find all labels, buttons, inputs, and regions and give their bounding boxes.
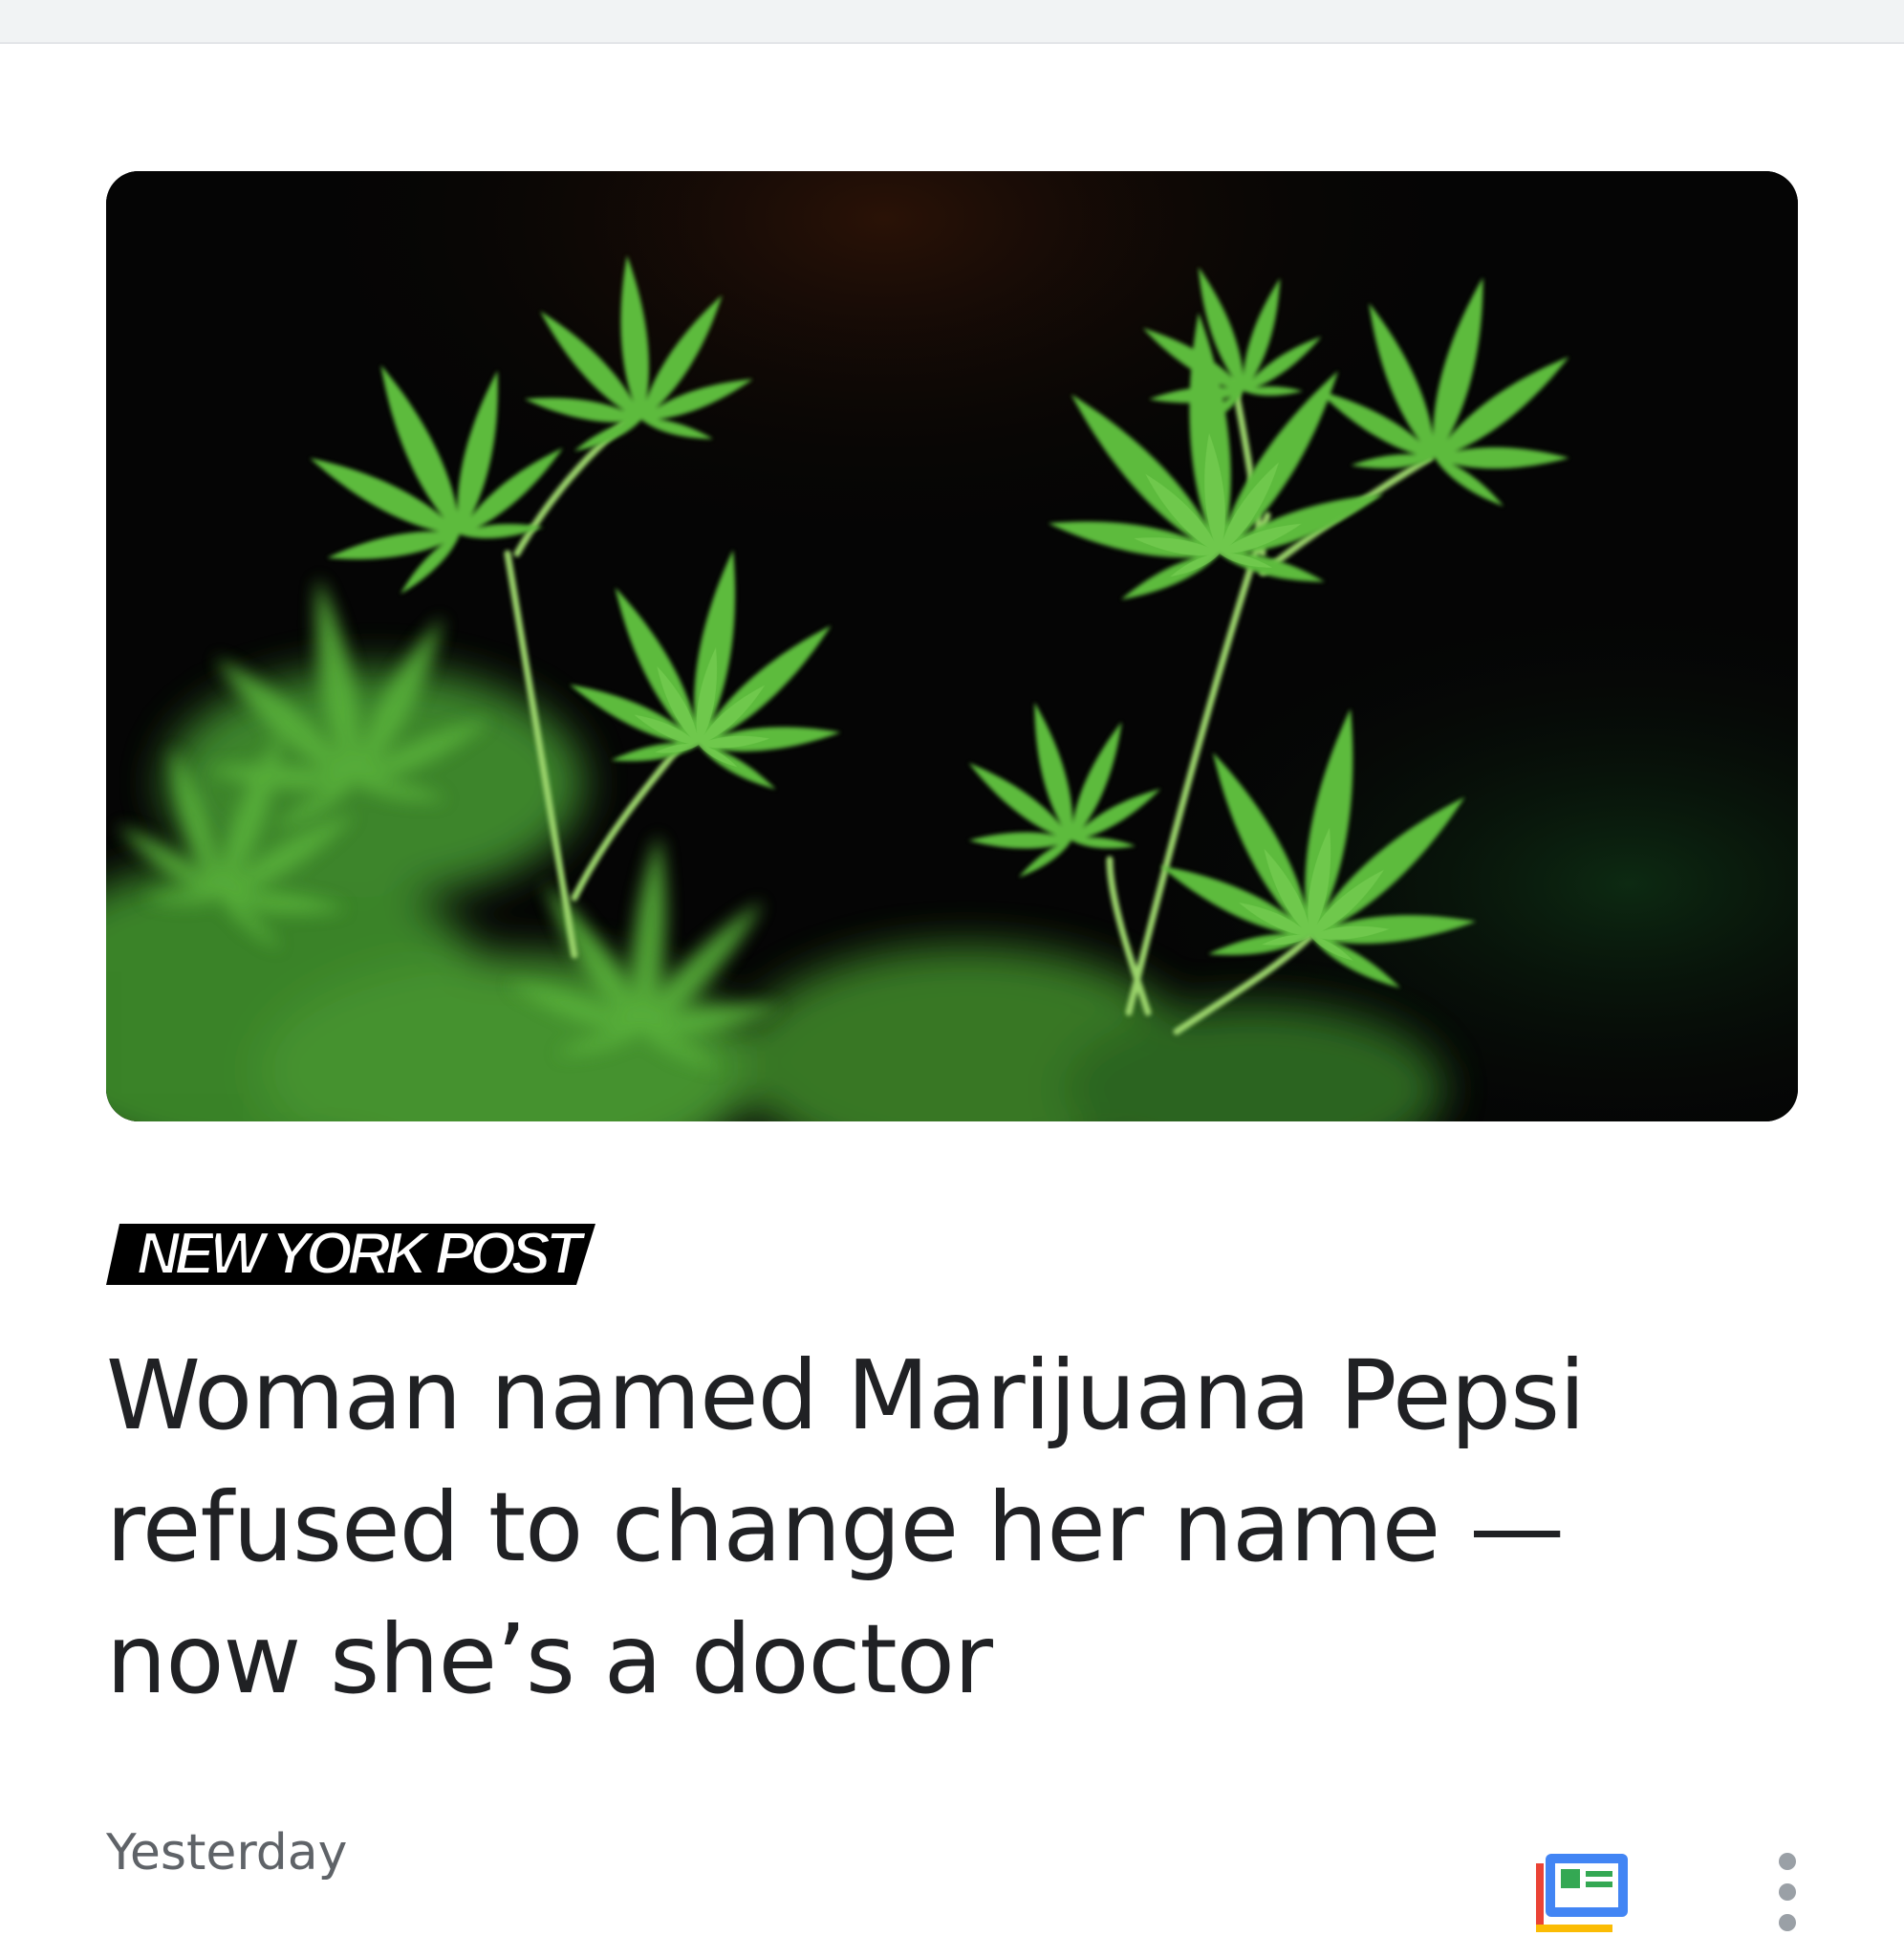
full-coverage-button[interactable] xyxy=(1529,1839,1634,1945)
browser-top-bar xyxy=(0,0,1904,44)
article-timestamp: Yesterday xyxy=(106,1824,348,1882)
more-vert-icon xyxy=(1779,1853,1796,1931)
article-headline[interactable]: Woman named Marijuana Pepsi refused to c… xyxy=(106,1330,1731,1726)
publisher-logo[interactable]: NEW YORK POST xyxy=(106,1205,603,1291)
news-card[interactable]: NEW YORK POST Woman named Marijuana Peps… xyxy=(0,44,1904,1958)
newspaper-icon xyxy=(1536,1854,1628,1932)
article-image[interactable] xyxy=(106,171,1798,1121)
publisher-logo-text: NEW YORK POST xyxy=(137,1221,587,1287)
new-york-post-logo: NEW YORK POST xyxy=(106,1220,595,1288)
cannabis-plant-photo xyxy=(106,171,1798,1121)
more-options-button[interactable] xyxy=(1740,1839,1835,1945)
